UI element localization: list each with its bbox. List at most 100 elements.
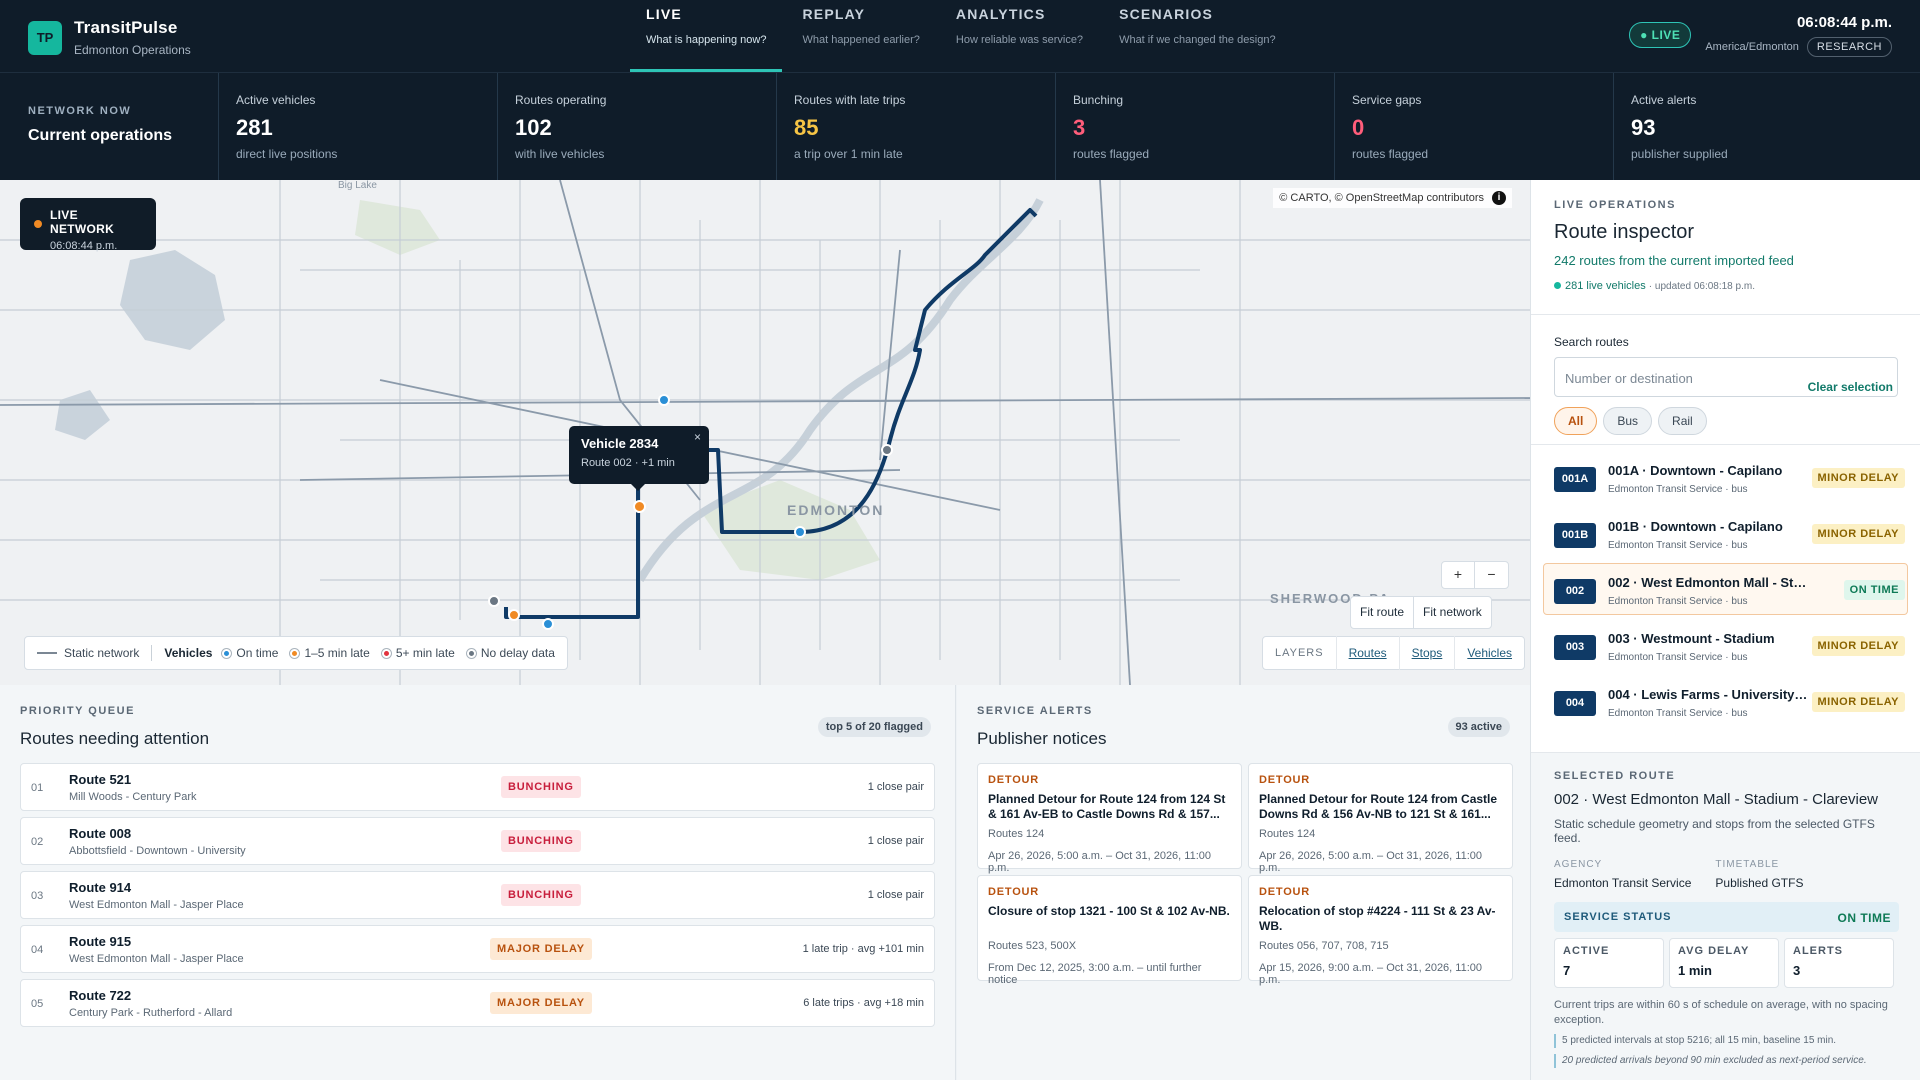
alerts-count-badge: 93 active: [1447, 717, 1510, 737]
popup-pointer: [631, 484, 645, 491]
selected-kicker: SELECTED ROUTE: [1554, 770, 1676, 782]
fit-route-button[interactable]: Fit route: [1351, 597, 1415, 628]
timezone-label: America/Edmonton: [1705, 41, 1799, 53]
alert-card[interactable]: DETOUR Planned Detour for Route 124 from …: [977, 763, 1242, 874]
alert-dates: From Dec 12, 2025, 3:00 a.m. – until fur…: [988, 962, 1202, 986]
route-list-item[interactable]: 001A 001A · Downtown - Capilano Edmonton T…: [1543, 451, 1908, 503]
stat-label: Active vehicles: [236, 93, 316, 107]
close-icon[interactable]: ×: [694, 430, 701, 444]
tab-live[interactable]: LIVE What is happening now?: [630, 0, 783, 72]
tab-replay[interactable]: REPLAY What happened earlier?: [786, 0, 935, 72]
priority-queue-panel: PRIORITY QUEUE Routes needing attention …: [0, 685, 956, 1080]
status-badge: BUNCHING: [501, 884, 581, 906]
route-list-item-selected[interactable]: 002 002 · West Edmonton Mall - Stadium - …: [1543, 563, 1908, 615]
queue-row[interactable]: 02 Route 008 Abbottsfield - Downtown - Uni…: [20, 817, 935, 865]
tab-scenarios[interactable]: SCENARIOS What if we changed the design?: [1103, 0, 1292, 72]
queue-row[interactable]: 05 Route 722 Century Park - Rutherford - A…: [20, 979, 935, 1027]
route-list-item[interactable]: 001B 001B · Downtown - Capilano Edmonton T…: [1543, 507, 1908, 559]
tab-scenarios-title: SCENARIOS: [1119, 6, 1214, 22]
zoom-in-button[interactable]: +: [1442, 562, 1475, 588]
status-badge: BUNCHING: [501, 830, 581, 852]
alert-type: DETOUR: [988, 886, 1040, 898]
excluded-arrivals-note: 20 predicted arrivals beyond 90 min excl…: [1554, 1054, 1899, 1068]
queue-row[interactable]: 03 Route 914 West Edmonton Mall - Jasper P…: [20, 871, 935, 919]
stat-late-routes: Routes with late trips 85 a trip over 1 mi…: [776, 73, 1055, 180]
network-kicker: NETWORK NOW: [28, 105, 132, 117]
zoom-out-button[interactable]: −: [1475, 562, 1508, 588]
alert-dates: Apr 26, 2026, 5:00 a.m. – Oct 31, 2026, …: [1259, 850, 1483, 874]
vehicle-marker-2834[interactable]: [633, 500, 646, 513]
stat-value: 102: [515, 115, 552, 140]
vehicle-marker[interactable]: [881, 444, 893, 456]
alerts-title: Publisher notices: [977, 729, 1107, 748]
stat-value: 0: [1352, 115, 1365, 140]
alert-title: Planned Detour for Route 124 from 124 St…: [988, 792, 1226, 821]
legend-late-5: 5+ min late: [395, 646, 455, 660]
queue-rank: 04: [31, 944, 44, 956]
metric-label: AVG DELAY: [1678, 945, 1750, 957]
top-bar: TP TransitPulse Edmonton Operations LIVE…: [0, 0, 1920, 72]
alert-card[interactable]: DETOUR Planned Detour for Route 124 from …: [1248, 763, 1513, 874]
research-button[interactable]: RESEARCH: [1806, 37, 1892, 57]
map-attribution[interactable]: © CARTO, © OpenStreetMap contributors i: [1273, 188, 1512, 208]
stat-label: Active alerts: [1631, 93, 1697, 107]
search-placeholder: Number or destination: [1565, 371, 1693, 386]
fit-controls: Fit route Fit network: [1350, 596, 1492, 629]
stat-desc: routes flagged: [1352, 147, 1429, 161]
info-icon[interactable]: i: [1492, 191, 1506, 205]
route-title: 001B · Downtown - Capilano: [1608, 519, 1783, 534]
filter-bus[interactable]: Bus: [1603, 407, 1653, 435]
live-map[interactable]: EDMONTON SHERWOOD PA Big Lake LIVE NETWO…: [0, 180, 1530, 685]
inspector-title: Route inspector: [1554, 221, 1695, 243]
queue-rank: 02: [31, 836, 44, 848]
lake-shape: [55, 390, 110, 440]
static-network-swatch: [37, 652, 57, 654]
filter-rail[interactable]: Rail: [1658, 407, 1707, 435]
vehicle-marker[interactable]: [794, 526, 806, 538]
tab-live-title: LIVE: [646, 6, 682, 22]
alert-routes: Routes 124: [1259, 828, 1316, 840]
alert-card[interactable]: DETOUR Closure of stop 1321 - 100 St & 10…: [977, 875, 1242, 986]
layer-stops-toggle[interactable]: Stops: [1398, 636, 1455, 670]
filter-all[interactable]: All: [1554, 407, 1598, 435]
popup-title: Vehicle 2834: [581, 436, 659, 451]
map-label-edmonton: EDMONTON: [787, 502, 885, 518]
layer-routes-toggle[interactable]: Routes: [1335, 636, 1399, 670]
layers-control: LAYERS Routes Stops Vehicles: [1262, 636, 1526, 670]
lake-shape: [120, 250, 225, 350]
alert-title: Planned Detour for Route 124 from Castle…: [1259, 792, 1498, 821]
live-dot-icon: [1554, 282, 1561, 289]
attribution-text: © CARTO, © OpenStreetMap contributors: [1279, 192, 1484, 204]
vehicle-marker[interactable]: [488, 595, 500, 607]
metric-active: ACTIVE 7: [1554, 938, 1664, 988]
alert-card[interactable]: DETOUR Relocation of stop #4224 - 111 St …: [1248, 875, 1513, 986]
queue-route-desc: Mill Woods - Century Park: [69, 791, 197, 803]
fit-network-button[interactable]: Fit network: [1414, 597, 1491, 628]
road-network: [0, 180, 1530, 685]
stat-label: Routes with late trips: [794, 93, 906, 107]
tab-analytics[interactable]: ANALYTICS How reliable was service?: [940, 0, 1099, 72]
live-vehicles-count: 281 live vehicles: [1565, 280, 1646, 292]
stat-desc: publisher supplied: [1631, 147, 1728, 161]
metric-value: 7: [1563, 963, 1571, 978]
metric-value: 3: [1793, 963, 1801, 978]
late-1-5-dot-icon: [290, 648, 300, 658]
queue-rank: 03: [31, 890, 44, 902]
queue-row[interactable]: 01 Route 521 Mill Woods - Century Park BUNC…: [20, 763, 935, 811]
clear-selection-button[interactable]: Clear selection: [1808, 380, 1893, 394]
brand[interactable]: TP TransitPulse Edmonton Operations: [28, 18, 191, 57]
route-list-item[interactable]: 003 003 · Westmount - Stadium Edmonton Tra…: [1543, 619, 1908, 671]
route-agency: Edmonton Transit Service · bus: [1608, 484, 1748, 495]
metric-label: ALERTS: [1793, 945, 1843, 957]
route-code-badge: 002: [1554, 579, 1596, 604]
route-list-item[interactable]: 004 004 · Lewis Farms - University Statio…: [1543, 675, 1908, 727]
route-title: 002 · West Edmonton Mall - Stadium - Cla…: [1608, 575, 1808, 590]
vehicle-marker[interactable]: [658, 394, 670, 406]
route-code-badge: 003: [1554, 635, 1596, 660]
vehicle-marker[interactable]: [508, 609, 520, 621]
layer-vehicles-toggle[interactable]: Vehicles: [1454, 636, 1524, 670]
map-canvas[interactable]: [0, 180, 1530, 685]
route-search-input[interactable]: Number or destination Clear selection: [1554, 357, 1898, 397]
queue-row[interactable]: 04 Route 915 West Edmonton Mall - Jasper P…: [20, 925, 935, 973]
vehicle-marker[interactable]: [542, 618, 554, 630]
